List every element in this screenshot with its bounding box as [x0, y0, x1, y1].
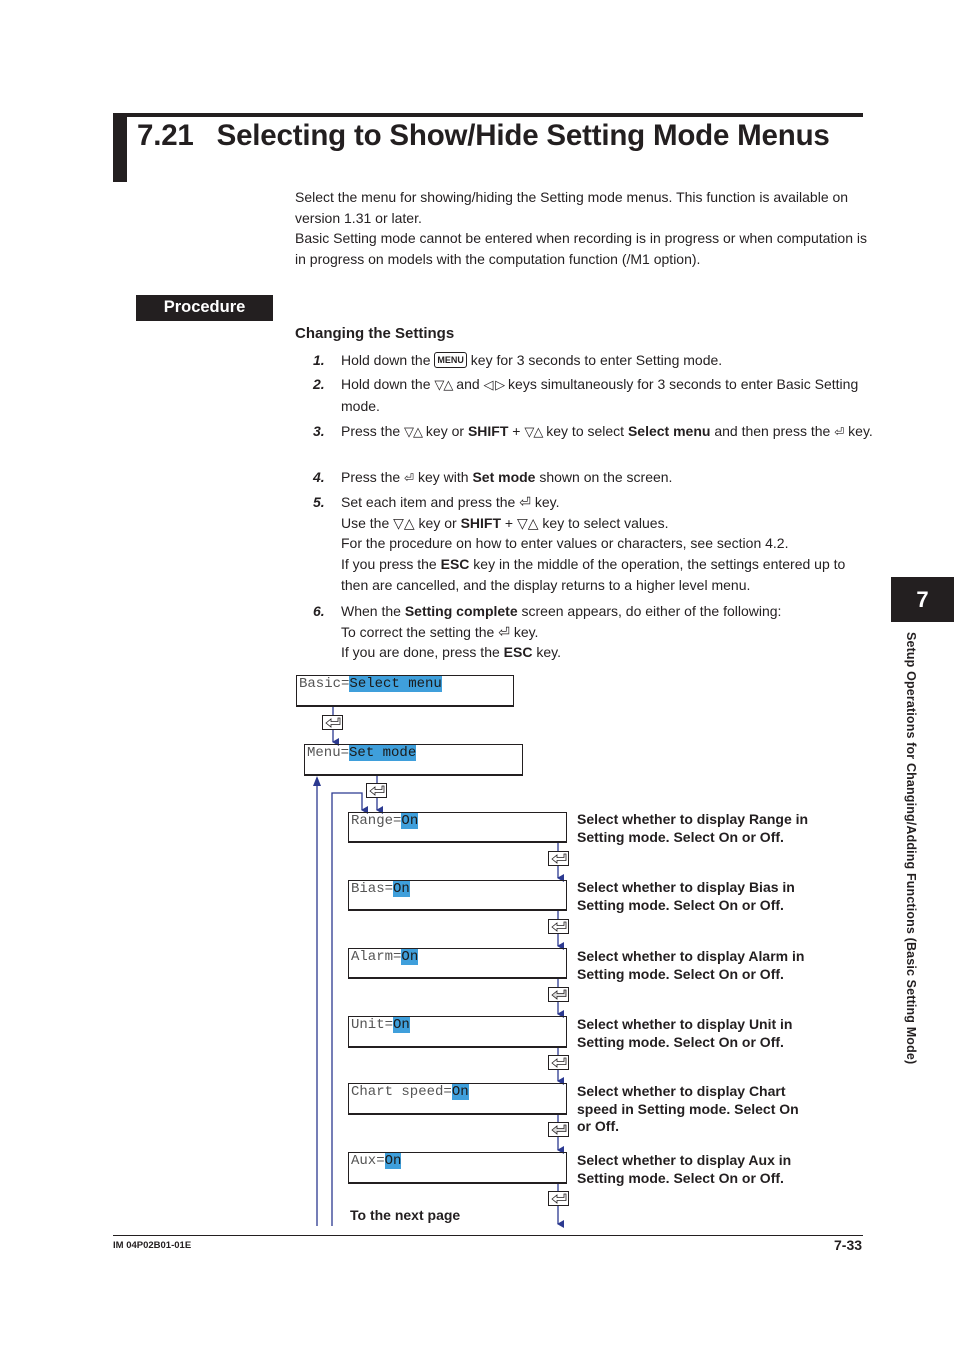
lcd-label: Alarm= [351, 949, 402, 965]
lcd-value: On [393, 1017, 410, 1033]
chapter-title: Setup Operations for Changing/Adding Fun… [904, 632, 918, 1065]
enter-key-icon [548, 851, 569, 866]
enter-key-icon [322, 715, 343, 730]
lcd-screen-aux: Aux=On [348, 1152, 567, 1184]
lcd-value: Select menu [349, 676, 442, 692]
lcd-value: On [393, 881, 410, 897]
lcd-value: On [384, 1153, 402, 1169]
lcd-label: Chart speed= [351, 1084, 452, 1100]
lcd-label: Bias= [351, 881, 394, 897]
enter-key-icon [548, 1122, 569, 1137]
lcd-label: Range= [351, 813, 402, 829]
lcd-label: Unit= [351, 1017, 394, 1033]
lcd-screen-alarm: Alarm=On [348, 948, 567, 979]
document-id: IM 04P02B01-01E [113, 1240, 192, 1251]
lcd-label: Menu= [307, 745, 350, 761]
enter-key-icon [548, 1191, 569, 1206]
lcd-value: On [401, 813, 419, 829]
lcd-screen-bias: Bias=On [348, 880, 567, 911]
enter-key-icon [548, 987, 569, 1002]
lcd-value: On [451, 1084, 469, 1100]
enter-key-icon [548, 919, 569, 934]
lcd-screen-range: Range=On [348, 812, 567, 843]
footer-rule [113, 1235, 863, 1236]
enter-key-icon [548, 1055, 569, 1070]
next-page-label: To the next page [350, 1207, 461, 1223]
desc-alarm: Select whether to display Alarm in Setti… [577, 948, 805, 982]
desc-chart-speed: Select whether to display Chart speed in… [577, 1083, 799, 1134]
lcd-screen-basic: Basic=Select menu [296, 675, 514, 707]
enter-key-icon [366, 783, 387, 798]
lcd-label: Basic= [299, 676, 350, 692]
lcd-screen-chart-speed: Chart speed=On [348, 1083, 567, 1115]
chapter-tab[interactable]: 7 [891, 577, 954, 622]
page-number: 7-33 [834, 1237, 863, 1253]
desc-aux: Select whether to display Aux in Setting… [577, 1152, 792, 1186]
desc-bias: Select whether to display Bias in Settin… [577, 879, 795, 913]
lcd-value: On [401, 949, 419, 965]
desc-unit: Select whether to display Unit in Settin… [577, 1016, 793, 1050]
lcd-screen-menu: Menu=Set mode [304, 744, 523, 776]
desc-range: Select whether to display Range in Setti… [577, 811, 809, 845]
lcd-screen-unit: Unit=On [348, 1016, 567, 1048]
lcd-label: Aux= [351, 1153, 385, 1169]
lcd-value: Set mode [349, 745, 417, 761]
